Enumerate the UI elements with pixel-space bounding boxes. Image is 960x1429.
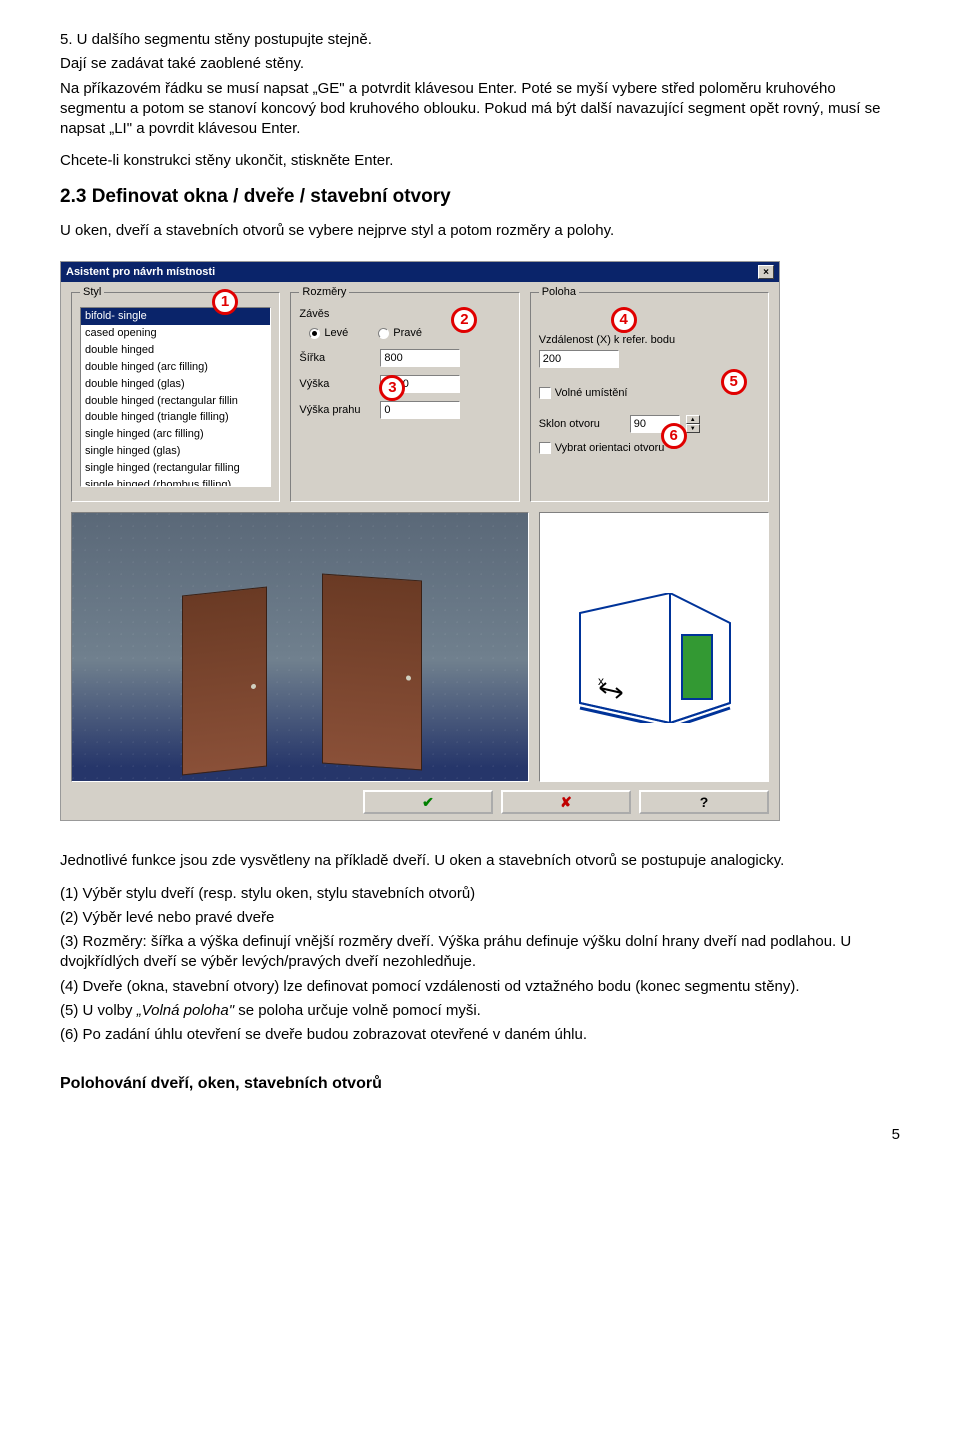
distance-label: Vzdálenost (X) k refer. bodu <box>539 333 760 348</box>
badge-5: 5 <box>721 369 747 395</box>
height-label: Výška <box>299 377 374 392</box>
after-l2: (2) Výběr levé nebo pravé dveře <box>60 908 900 928</box>
preview-door-right <box>322 574 422 771</box>
after-l6: (6) Po zadání úhlu otevření se dveře bud… <box>60 1025 900 1045</box>
list-item[interactable]: double hinged <box>81 342 270 359</box>
distance-input[interactable] <box>539 350 619 368</box>
group-dimensions: Rozměry 2 3 Závěs Levé Pravé Šířka Výška <box>290 292 519 502</box>
ok-button[interactable]: ✔ <box>363 790 493 814</box>
intro-line-2: Dají se zadávat také zaoblené stěny. <box>60 54 900 74</box>
list-item[interactable]: single hinged (rectangular filling <box>81 460 270 477</box>
list-item[interactable]: single hinged (glas) <box>81 443 270 460</box>
page-number: 5 <box>60 1125 900 1145</box>
angle-label: Sklon otvoru <box>539 417 624 432</box>
after-l5b: se poloha určuje volně pomocí myši. <box>234 1002 481 1019</box>
group-style: Styl 1 bifold- single cased opening doub… <box>71 292 280 502</box>
diagram-svg <box>570 593 740 723</box>
angle-spin-up[interactable]: ▲ <box>686 415 700 424</box>
legend-dimensions: Rozměry <box>299 285 349 300</box>
diagram-x-label: x <box>598 673 604 689</box>
after-l5a: (5) U volby <box>60 1002 137 1019</box>
threshold-input[interactable] <box>380 401 460 419</box>
after-l3: (3) Rozměry: šířka a výška definují vněj… <box>60 932 900 973</box>
orientation-label: Vybrat orientaci otvoru <box>555 442 665 454</box>
list-item[interactable]: double hinged (glas) <box>81 376 270 393</box>
dialog-titlebar: Asistent pro návrh místnosti × <box>61 262 779 282</box>
legend-position: Poloha <box>539 285 579 300</box>
radio-left[interactable]: Levé <box>309 326 348 341</box>
list-item[interactable]: double hinged (arc filling) <box>81 359 270 376</box>
list-item[interactable]: single hinged (rhombus filling) <box>81 477 270 488</box>
dialog-title: Asistent pro návrh místnosti <box>66 265 215 280</box>
radio-left-label: Levé <box>324 326 348 341</box>
preview-diagram: x <box>539 512 769 782</box>
width-label: Šířka <box>299 351 374 366</box>
group-position: Poloha 4 5 6 Vzdálenost (X) k refer. bod… <box>530 292 769 502</box>
list-item[interactable]: single hinged (arc filling) <box>81 426 270 443</box>
angle-spin-down[interactable]: ▼ <box>686 424 700 433</box>
list-item[interactable]: cased opening <box>81 325 270 342</box>
intro-line-4: Chcete-li konstrukci stěny ukončit, stis… <box>60 151 900 171</box>
threshold-label: Výška prahu <box>299 403 374 418</box>
after-l5: (5) U volby „Volná poloha" se poloha urč… <box>60 1001 900 1021</box>
after-l5-italic: „Volná poloha" <box>137 1002 234 1019</box>
list-item[interactable]: double hinged (rectangular fillin <box>81 393 270 410</box>
list-item[interactable]: bifold- single <box>81 308 270 325</box>
section-heading: 2.3 Definovat okna / dveře / stavební ot… <box>60 184 900 210</box>
intro-line-1: 5. U dalšího segmentu stěny postupujte s… <box>60 30 900 50</box>
after-intro: Jednotlivé funkce jsou zde vysvětleny na… <box>60 851 900 871</box>
close-icon[interactable]: × <box>758 265 774 279</box>
orientation-check[interactable]: Vybrat orientaci otvoru <box>539 441 760 456</box>
legend-style: Styl <box>80 285 104 300</box>
radio-right[interactable]: Pravé <box>378 326 422 341</box>
badge-3: 3 <box>379 375 405 401</box>
radio-right-label: Pravé <box>393 326 422 341</box>
section-intro: U oken, dveří a stavebních otvorů se vyb… <box>60 221 900 241</box>
after-l4: (4) Dveře (okna, stavební otvory) lze de… <box>60 977 900 997</box>
free-position-label: Volné umístění <box>555 387 628 399</box>
cancel-button[interactable]: ✘ <box>501 790 631 814</box>
width-input[interactable] <box>380 349 460 367</box>
badge-4: 4 <box>611 307 637 333</box>
list-item[interactable]: double hinged (triangle filling) <box>81 409 270 426</box>
footer-heading: Polohování dveří, oken, stavebních otvor… <box>60 1073 900 1095</box>
style-listbox[interactable]: bifold- single cased opening double hing… <box>80 307 271 487</box>
after-l1: (1) Výběr stylu dveří (resp. stylu oken,… <box>60 884 900 904</box>
preview-3d <box>71 512 529 782</box>
intro-line-3: Na příkazovém řádku se musí napsat „GE" … <box>60 79 900 140</box>
preview-door-left <box>182 587 267 776</box>
hinge-label: Závěs <box>299 307 510 322</box>
help-button[interactable]: ? <box>639 790 769 814</box>
room-assistant-dialog: Asistent pro návrh místnosti × Styl 1 bi… <box>60 261 780 821</box>
badge-6: 6 <box>661 423 687 449</box>
